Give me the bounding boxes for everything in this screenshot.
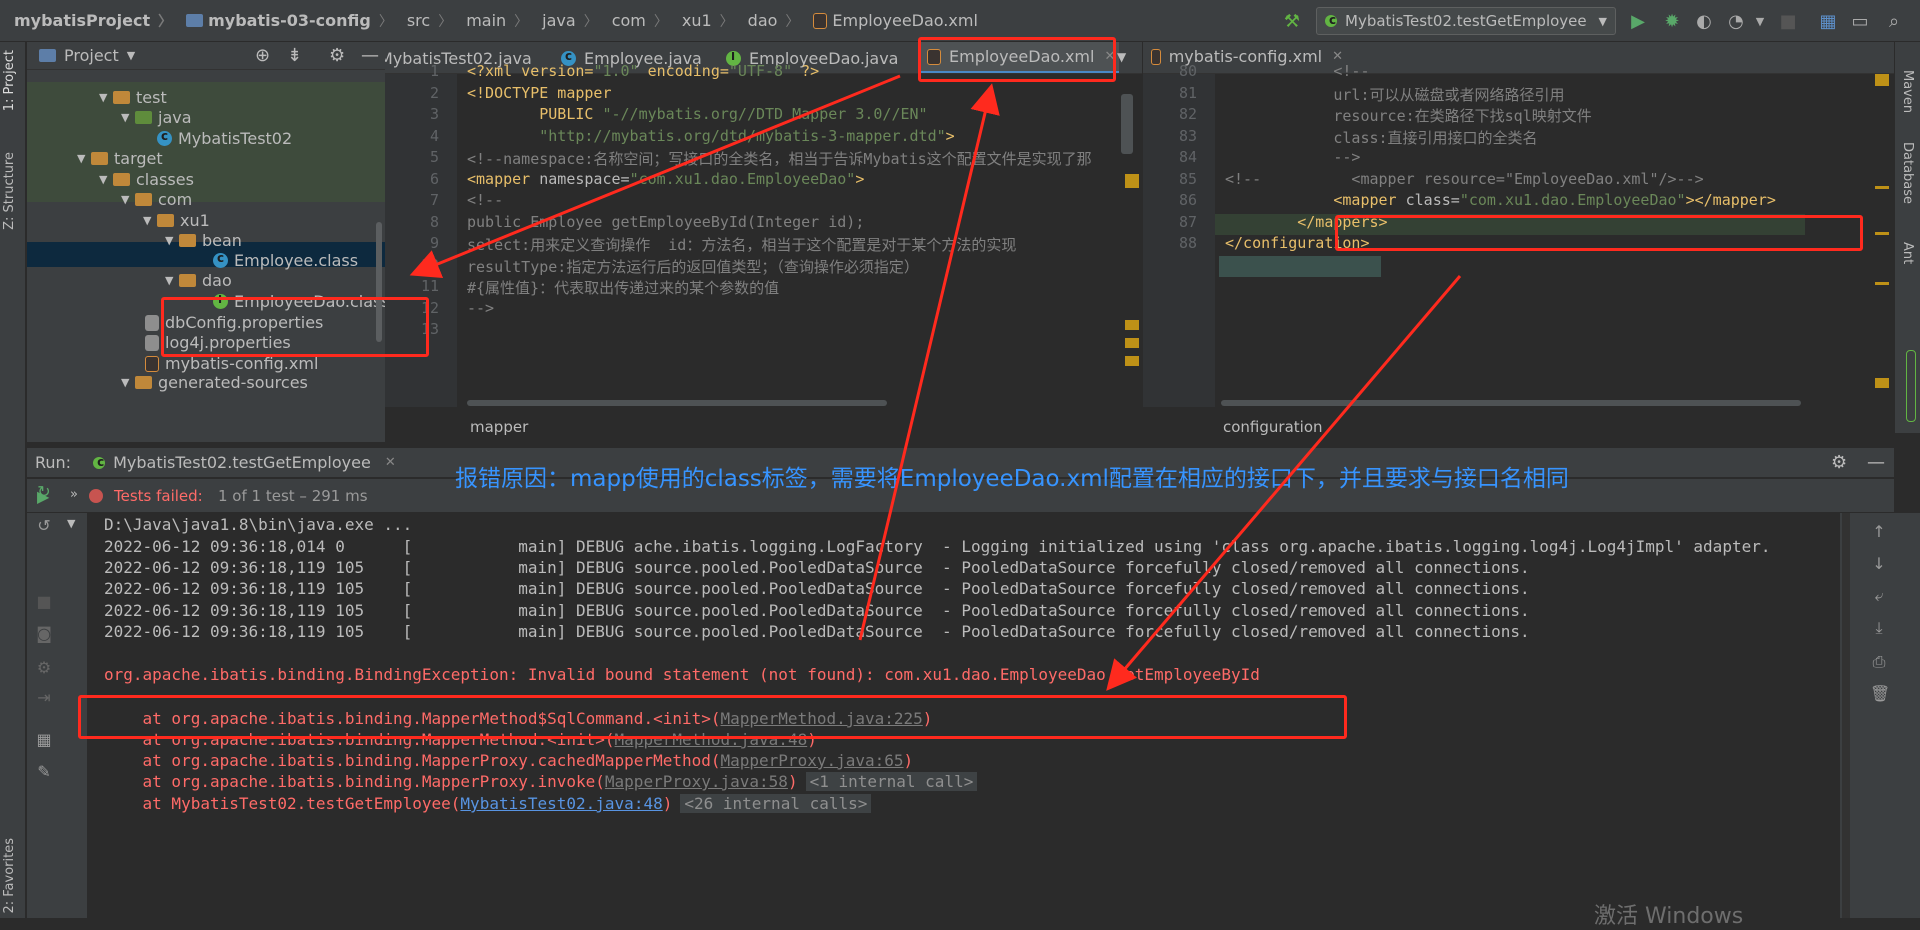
windows-activation-watermark: 激活 Windows [1594, 904, 1744, 929]
annotation-arrows [409, 74, 1462, 691]
arrow-to-xml-tab [858, 83, 1000, 641]
arrow-to-exception [1106, 275, 1462, 691]
arrow-to-dao-package [409, 74, 901, 278]
